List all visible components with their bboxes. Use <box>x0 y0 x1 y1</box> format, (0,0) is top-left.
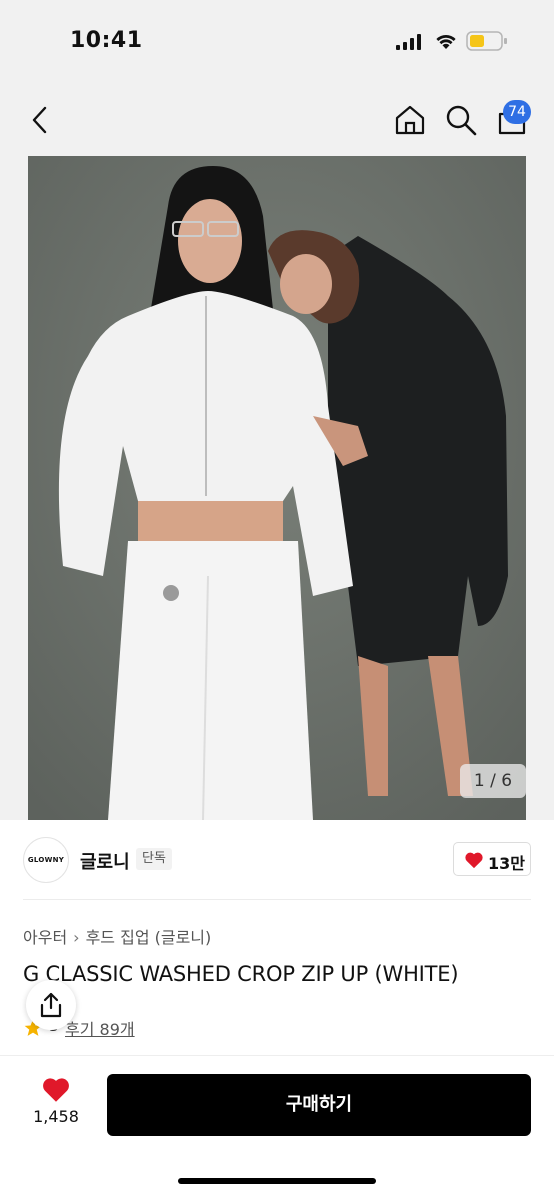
back-arrow-icon[interactable] <box>24 104 56 136</box>
product-image[interactable] <box>28 156 526 820</box>
wifi-icon <box>436 34 456 49</box>
image-counter[interactable]: 1 / 6 <box>460 764 526 798</box>
exclusive-badge: 단독 <box>136 848 172 870</box>
wishlist-button[interactable]: 1,458 <box>28 1076 84 1136</box>
product-title: G CLASSIC WASHED CROP ZIP UP (WHITE) <box>23 962 459 986</box>
top-navigation <box>0 90 554 150</box>
breadcrumb-item[interactable]: 아우터 <box>23 928 67 947</box>
category-breadcrumb: 아우터 › 후드 집업 (글로니) <box>23 924 211 948</box>
cart-count-badge: 74 <box>503 100 531 124</box>
battery-icon <box>466 31 507 51</box>
breadcrumb-item[interactable]: 후드 집업 (글로니) <box>86 928 212 947</box>
divider <box>23 899 531 900</box>
review-count-link[interactable]: 후기 89개 <box>65 1016 135 1040</box>
brand-logo[interactable]: GLOWNY <box>23 837 69 883</box>
heart-icon <box>465 852 483 869</box>
brand-like-button[interactable]: 13만 <box>453 842 531 876</box>
buy-button[interactable]: 구매하기 <box>107 1074 531 1136</box>
wishlist-count: 1,458 <box>33 1107 79 1126</box>
brand-like-count: 13만 <box>488 854 525 873</box>
brand-row: GLOWNY 글로니 단독 13만 <box>0 830 554 890</box>
share-icon <box>40 992 62 1018</box>
home-icon[interactable] <box>392 102 428 138</box>
chevron-right-icon: › <box>73 928 80 947</box>
heart-icon <box>43 1078 69 1102</box>
cellular-signal-icon <box>396 34 421 50</box>
status-time: 10:41 <box>70 28 143 53</box>
home-indicator <box>178 1178 376 1184</box>
share-button[interactable] <box>26 980 76 1030</box>
search-icon[interactable] <box>443 102 479 138</box>
brand-name[interactable]: 글로니 <box>80 848 130 874</box>
status-bar: 10:41 <box>0 0 554 84</box>
